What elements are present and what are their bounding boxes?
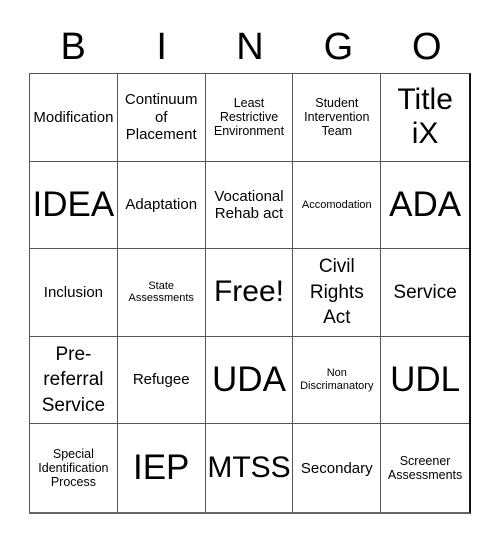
bingo-cell[interactable]: Vocational Rehab act [205,161,294,250]
bingo-cell[interactable]: IDEA [30,161,118,250]
bingo-cell[interactable]: Modification [30,74,118,162]
bingo-cell[interactable]: Accomodation [293,161,382,250]
bingo-cell[interactable]: UDL [381,337,469,425]
header-letter-b: B [60,26,86,68]
bingo-cell[interactable]: Pre-referral Service [30,336,118,425]
bingo-card-grid: Modification Continuum of Placement Least … [29,73,471,514]
header-letter-o: O [412,26,442,68]
bingo-cell[interactable]: Service [381,249,469,337]
bingo-cell[interactable]: Continuum of Placement [117,74,206,162]
bingo-header: B I N G O [29,22,471,72]
bingo-cell[interactable]: Least Restrictive Environment [205,74,294,162]
bingo-cell[interactable]: Student Intervention Team [293,74,382,162]
bingo-cell[interactable]: Inclusion [30,249,118,337]
bingo-cell[interactable]: ADA [381,162,469,250]
bingo-cell[interactable]: Refugee [117,336,206,425]
bingo-cell[interactable]: IEP [118,424,206,512]
bingo-cell[interactable]: State Assessments [117,249,206,337]
bingo-cell[interactable]: MTSS [206,424,294,512]
free-space-cell[interactable]: Free! [205,249,294,337]
header-letter-n: N [236,26,264,68]
bingo-cell[interactable]: Adaptation [117,161,206,250]
header-letter-i: I [156,26,167,68]
bingo-cell[interactable]: Screener Assessments [381,424,469,512]
bingo-cell[interactable]: UDA [205,336,294,425]
bingo-cell[interactable]: Non Discrimanatory [293,336,382,425]
bingo-cell[interactable]: Title iX [381,74,469,162]
header-letter-g: G [323,26,354,68]
bingo-cell[interactable]: Special Identification Process [30,424,118,512]
bingo-cell[interactable]: Secondary [293,424,382,512]
bingo-cell[interactable]: Civil Rights Act [293,249,382,337]
